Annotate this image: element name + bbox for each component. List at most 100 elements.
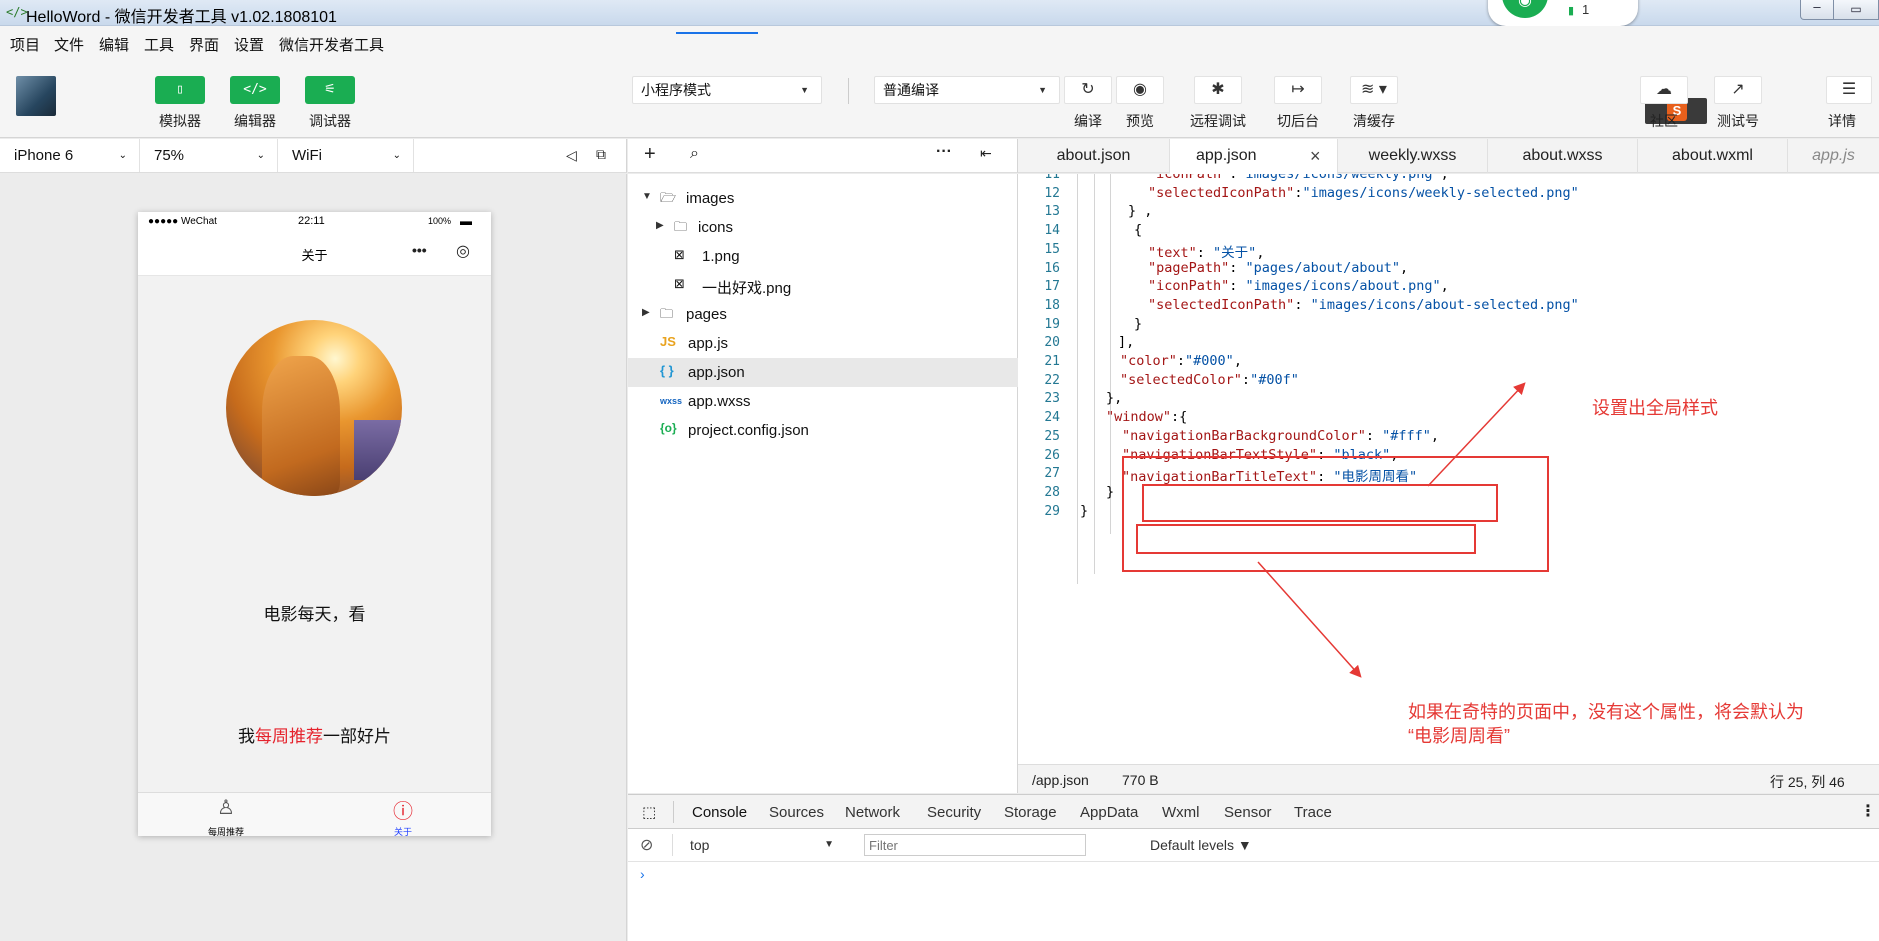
menu-view[interactable]: 界面 [189,34,219,55]
folder-icon: 🗀 [674,219,688,234]
mode-select[interactable]: 小程序模式 ▼ [632,76,822,104]
inspect-element-icon[interactable]: ⬚ [642,803,656,821]
log-levels-select[interactable]: Default levels ▼ [1150,837,1252,853]
network-select[interactable]: WiFi ⌄ [278,139,414,172]
close-icon[interactable]: × [1310,139,1321,173]
avatar[interactable] [16,76,56,116]
chevron-down-icon: ⌄ [256,150,265,161]
caret-down-icon[interactable]: ▼ [642,191,652,202]
search-icon[interactable]: ⌕ [690,145,699,163]
compile-select[interactable]: 普通编译 ▼ [874,76,1060,104]
tab-appdata[interactable]: AppData [1080,804,1138,821]
add-icon[interactable]: + [644,143,656,166]
console-filter-bar: ⊘ top ▼ Default levels ▼ [628,829,1879,862]
tab-security[interactable]: Security [927,804,981,821]
phone-screen[interactable]: ●●●●● WeChat 22:11 100% ▬ 关于 ••• ◎ 电影每天，… [138,212,491,836]
tab-weekly[interactable]: ♙ 每周推荐 [138,795,314,836]
caret-right-icon[interactable]: ▶ [656,220,664,231]
tree-item-movie-png[interactable]: ⊠ 一出好戏.png [628,271,1018,300]
maximize-button[interactable]: ▭ [1833,0,1879,20]
annotation-arrows [1257,382,1526,678]
details-button[interactable]: ☰ [1826,76,1872,104]
folder-open-icon: 🗁 [660,190,677,205]
tree-item-app-js[interactable]: JS app.js [628,329,1018,358]
menu-tools[interactable]: 工具 [144,34,174,55]
zoom-value: 75% [154,147,185,164]
console-output[interactable]: › [628,862,1879,941]
tree-item-project-config[interactable]: {o} project.config.json [628,416,1018,445]
editor-toggle-button[interactable]: </> [230,76,280,104]
speaker-icon[interactable]: ◁ [566,147,577,164]
preview-label: 预览 [1126,113,1154,129]
menu-settings[interactable]: 设置 [234,34,264,55]
console-filter-input[interactable] [864,834,1086,856]
popout-icon[interactable]: ⧉ [596,146,606,163]
tab-about-wxml[interactable]: about.wxml [1638,139,1788,173]
remote-debug-button[interactable]: ✱ [1194,76,1242,104]
capsule-menu[interactable]: ••• ◎ [408,240,484,268]
zoom-select[interactable]: 75% ⌄ [140,139,278,172]
menu-project[interactable]: 项目 [10,34,40,55]
context-select[interactable]: top ▼ [682,833,842,857]
bug-icon: ✱ [1211,81,1225,98]
tagline-text: 电影每天，看 [263,605,366,624]
compile-select-value: 普通编译 [883,82,939,98]
kebab-menu-icon[interactable]: ⋮ [1860,801,1876,821]
tab-trace[interactable]: Trace [1294,804,1332,821]
tab-wxml[interactable]: Wxml [1162,804,1200,821]
simulator-area: ●●●●● WeChat 22:11 100% ▬ 关于 ••• ◎ 电影每天，… [0,174,627,941]
annotation-default-line1: 如果在奇特的页面中，没有这个属性，将会默认为 [1408,702,1804,722]
community-button[interactable]: ☁ [1640,76,1688,104]
image-icon: ⊠ [674,276,685,291]
tree-item-pages[interactable]: ▶ 🗀 pages [628,300,1018,329]
clear-cache-label: 清缓存 [1353,113,1395,129]
preview-button[interactable]: ◉ [1116,76,1164,104]
battery-icon: ▬ [460,214,472,228]
code-editor[interactable]: 11 "iconPath":"images/icons/weekly.png", 1… [1018,174,1879,764]
tree-item-icons[interactable]: ▶ 🗀 icons [628,213,1018,242]
simulator-toggle-button[interactable]: ▯ [155,76,205,104]
background-button[interactable]: ↦ [1274,76,1322,104]
simulator-toolbar: iPhone 6 ⌄ 75% ⌄ WiFi ⌄ ◁ ⧉ [0,139,627,173]
clear-console-icon[interactable]: ⊘ [640,835,653,855]
menu-wechat-devtools[interactable]: 微信开发者工具 [279,34,384,55]
compile-button[interactable]: ↻ [1064,76,1112,104]
tab-sensor[interactable]: Sensor [1224,804,1272,821]
tree-item-app-json[interactable]: { } app.json [628,358,1018,387]
minimize-button[interactable]: – [1800,0,1834,20]
collapse-panel-icon[interactable]: ⇤ [980,145,992,162]
caret-right-icon[interactable]: ▶ [642,307,650,318]
tab-console[interactable]: Console [692,804,747,821]
tab-sources[interactable]: Sources [769,804,824,821]
cursor-position[interactable]: 行 25, 列 46 [1770,772,1845,792]
menu-edit[interactable]: 编辑 [99,34,129,55]
tab-network[interactable]: Network [845,804,900,821]
test-account-label: 测试号 [1717,113,1759,129]
tree-item-app-wxss[interactable]: wxss app.wxss [628,387,1018,416]
more-icon[interactable]: ··· [936,143,952,161]
tab-app-js[interactable]: app.js [1788,139,1879,173]
device-select[interactable]: iPhone 6 ⌄ [0,139,140,172]
wxss-file-icon: wxss [660,396,683,406]
tab-weekly-label: 每周推荐 [207,827,244,836]
tree-item-images[interactable]: ▼ 🗁 images [628,184,1018,213]
debugger-toggle-button[interactable]: ⚟ [305,76,355,104]
menu-icon: ☰ [1841,81,1857,98]
active-tab-underline [676,32,758,34]
tree-item-1-png[interactable]: ⊠ 1.png [628,242,1018,271]
test-account-button[interactable]: ↗ [1714,76,1762,104]
wifi-icon: ◉ [1502,0,1548,18]
tab-app-json[interactable]: app.json × [1170,139,1338,174]
menu-file[interactable]: 文件 [54,34,84,55]
more-icon[interactable]: ••• [412,242,427,258]
background-label: 切后台 [1277,113,1319,129]
close-circle-icon[interactable]: ◎ [456,241,470,261]
clear-cache-button[interactable]: ≋ ▾ [1350,76,1398,104]
tab-storage[interactable]: Storage [1004,804,1057,821]
tab-about[interactable]: ⓘ 关于 [315,795,491,836]
tab-about-wxss[interactable]: about.wxss [1488,139,1638,173]
network-status-pill[interactable]: ◉ ▮ 1 [1488,0,1638,26]
tab-about-json[interactable]: about.json [1018,139,1170,173]
annotation-default-line2: “电影周周看” [1408,726,1510,746]
tab-weekly-wxss[interactable]: weekly.wxss [1338,139,1488,173]
